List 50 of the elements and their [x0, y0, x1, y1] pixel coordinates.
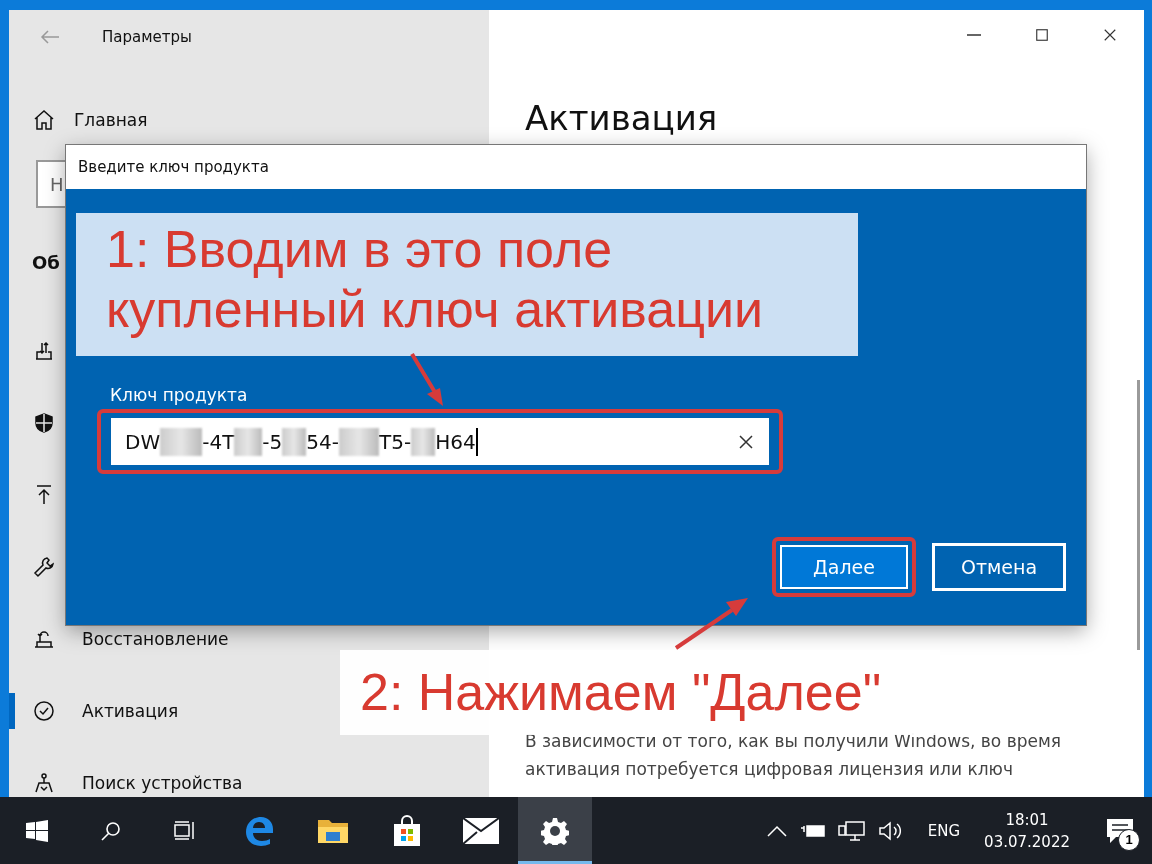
- search-icon: [100, 819, 122, 842]
- home-link[interactable]: Главная: [74, 110, 148, 130]
- key-fragment: 54-: [306, 429, 339, 454]
- dialog-button[interactable]: Далее: [780, 545, 908, 589]
- maximize-icon: [1033, 26, 1051, 44]
- key-fragment: -4T: [202, 429, 235, 454]
- key-fragment: DW: [125, 429, 161, 454]
- browser-e-icon: [244, 815, 274, 846]
- task-view-icon: [173, 819, 197, 842]
- page-heading: Активация: [525, 98, 719, 138]
- clock-time[interactable]: 18:01: [1005, 808, 1049, 831]
- annotation-text: 2: Нажимаем "Далее": [360, 662, 883, 722]
- annotation-arrow: [410, 352, 443, 406]
- shopping-bag-icon: [392, 814, 422, 847]
- blur-patch: [411, 427, 436, 456]
- key-fragment: -5: [262, 429, 283, 454]
- dialog-title: Введите ключ продукта: [66, 145, 1086, 189]
- scrollbar[interactable]: [1137, 380, 1140, 650]
- window-title: Параметры: [102, 28, 192, 46]
- description-text: В зависимости от того, как вы получили Windows, во время активация потребуется цифровая лицензия или ключ: [525, 730, 1062, 781]
- product-key-field[interactable]: DW -4T -5 54- T5- H64: [111, 418, 769, 465]
- home-icon: [32, 108, 56, 132]
- taskbar-button[interactable]: [518, 797, 592, 864]
- nav-item[interactable]: Поиск устройства: [82, 773, 243, 793]
- chevron-up-icon[interactable]: [765, 823, 788, 838]
- speaker-icon[interactable]: [877, 819, 904, 842]
- nav-item[interactable]: Активация: [82, 701, 179, 721]
- blur-patch: [339, 427, 379, 456]
- section-heading: Об: [32, 252, 60, 273]
- key-fragment: T5-: [379, 429, 412, 454]
- close-icon: [738, 433, 754, 450]
- key-fragment: H64: [435, 429, 476, 454]
- field-label: Ключ продукта: [110, 385, 249, 405]
- annotation-text: 1: Вводим в это поле купленный ключ активации: [106, 219, 765, 339]
- nav-item[interactable]: Восстановление: [82, 629, 229, 649]
- language-indicator[interactable]: ENG: [927, 821, 961, 840]
- windows-logo-icon: [26, 819, 48, 842]
- clock-date[interactable]: 03.07.2022: [984, 830, 1070, 853]
- minimize-icon: [967, 34, 981, 36]
- blur-patch: [282, 427, 307, 456]
- dialog-button[interactable]: Отмена: [932, 543, 1066, 591]
- gear-icon: [541, 816, 569, 845]
- network-icon[interactable]: [837, 819, 866, 842]
- shield-icon[interactable]: [32, 411, 56, 435]
- blur-patch: [234, 427, 263, 456]
- envelope-icon: [463, 817, 499, 844]
- blur-patch: [160, 427, 203, 456]
- notification-button[interactable]: 1: [1100, 810, 1140, 851]
- text-caret: [475, 427, 478, 456]
- wrench-icon[interactable]: [32, 555, 56, 579]
